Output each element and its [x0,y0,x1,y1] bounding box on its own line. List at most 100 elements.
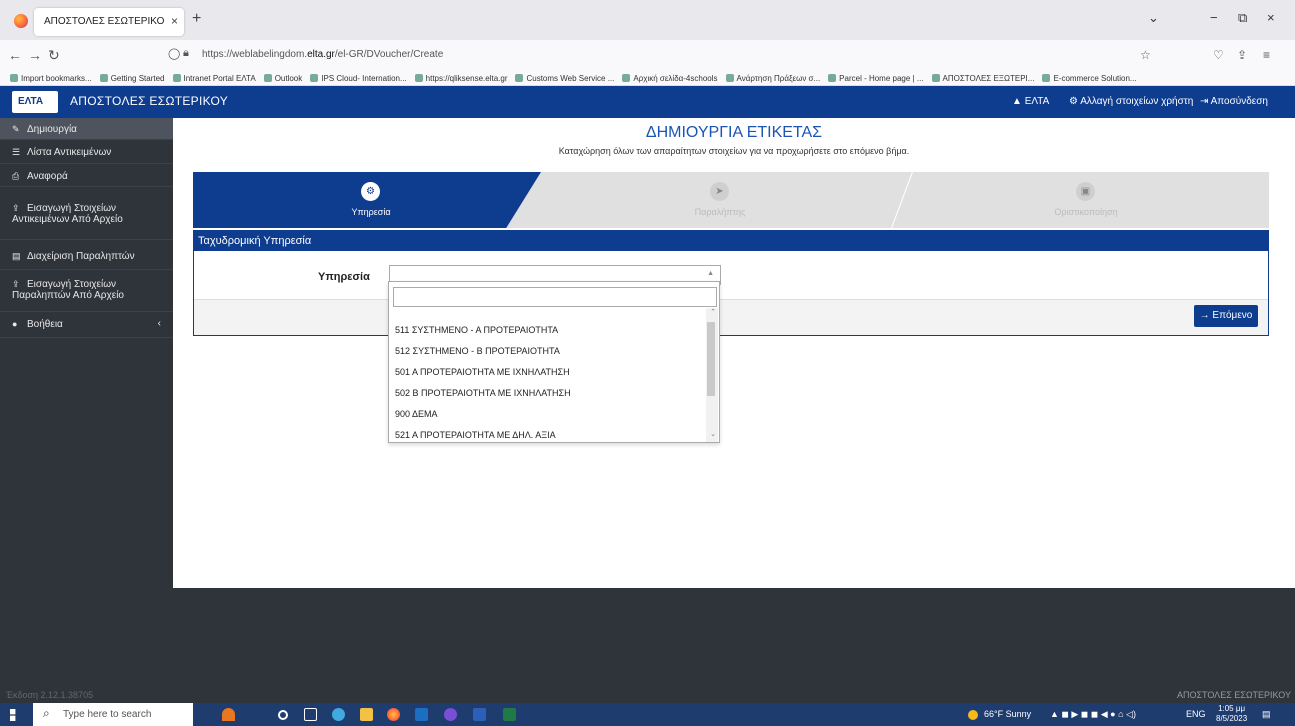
sidebar-item-recipients[interactable]: ▤ Διαχείριση Παραληπτών [0,240,173,270]
sidebar-item-import-recipients[interactable]: ⇪ Εισαγωγή Στοιχείων Παραληπτών Από Αρχεί… [0,270,173,312]
upload-icon: ⇪ [12,279,20,289]
bookmark-star-icon[interactable]: ☆ [1140,48,1151,62]
send-icon: ➤ [710,182,729,201]
bookmark-item[interactable]: Parcel - Home page | ... [828,71,924,85]
panel-title: Ταχυδρομική Υπηρεσία [194,231,1268,251]
search-icon: ⌕ [43,706,50,720]
language-indicator[interactable]: ENG [1186,709,1206,719]
bookmark-item[interactable]: IPS Cloud- Internation... [310,71,407,85]
option-502[interactable]: 502 Β ΠΡΟΤΕΡΑΙΟΤΗΤΑ ΜΕ ΙΧΝΗΛΑΤΗΣΗ [395,388,571,398]
bookmark-item[interactable]: Import bookmarks... [10,71,92,85]
chevron-left-icon: ‹ [157,318,161,329]
firefox-taskbar-icon[interactable] [387,708,400,721]
reload-icon[interactable]: ↻ [48,47,60,64]
panel-footer [194,299,1268,335]
taskbar: ⌕ Type here to search 66°F Sunny ▲ ◼ ▶ ◼… [0,703,1295,726]
elta-logo[interactable]: ΕΛΤΑ [12,91,58,113]
bookmark-item[interactable]: Customs Web Service ... [515,71,614,85]
bookmark-favicon-icon [828,74,837,82]
step-label-finalize[interactable]: Οριστικοποίηση [1026,207,1146,217]
word-icon[interactable] [473,708,486,721]
bookmark-item[interactable]: Outlook [263,71,302,85]
excel-icon[interactable] [503,708,516,721]
option-511[interactable]: 511 ΣΥΣΤΗΜΕΝΟ - Α ΠΡΟΤΕΡΑΙΟΤΗΤΑ [395,325,558,335]
version-label: Έκδοση 2.12.1.38705 [6,690,94,700]
outlook-icon[interactable] [415,708,428,721]
sidebar-item-report[interactable]: ⎙ Αναφορά [0,164,173,187]
dropdown-scrollbar[interactable]: ⌃ ⌄ [706,308,718,442]
menu-icon[interactable]: ≡ [1263,48,1270,62]
bookmark-item[interactable]: Getting Started [99,71,165,85]
share-icon[interactable]: ⇪ [1237,48,1247,62]
sidebar-item-items-list[interactable]: ☰ Λίστα Αντικειμένων [0,140,173,164]
card-icon: ▤ [12,251,21,261]
gear-icon: ⚙ [361,182,380,201]
tab-list-icon[interactable]: ⌄ [1148,10,1159,26]
scroll-down-icon[interactable]: ⌄ [710,430,716,438]
bookmark-item[interactable]: ΑΠΟΣΤΟΛΕΣ ΕΞΩΤΕΡΙ... [931,71,1034,85]
taskbar-search[interactable]: ⌕ Type here to search [33,703,193,726]
lock-icon[interactable]: 🔒︎ [183,47,189,60]
weather-text[interactable]: 66°F Sunny [984,709,1031,719]
option-521[interactable]: 521 Α ΠΡΟΤΕΡΑΙΟΤΗΤΑ ΜΕ ΔΗΛ. ΑΞΙΑ [395,430,556,440]
step-label-recipient[interactable]: Παραλήπτης [660,207,780,217]
change-user-link[interactable]: ⚙ Αλλαγή στοιχείων χρήστη [1069,96,1193,107]
bookmark-item[interactable]: https://qliksense.elta.gr [414,71,507,85]
footer-app-name: ΑΠΟΣΤΟΛΕΣ ΕΣΩΤΕΡΙΚΟΥ [1176,690,1291,700]
edit-icon: ✎ [12,124,20,134]
maximize-icon[interactable]: ⧉ [1238,10,1247,26]
sidebar: ✎ Δημιουργία ☰ Λίστα Αντικειμένων ⎙ Αναφορά… [0,118,173,688]
pocket-icon[interactable]: ♡ [1213,48,1224,62]
logout-link[interactable]: ⇥ Αποσύνδεση [1200,96,1268,107]
bookmark-item[interactable]: Intranet Portal ΕΛΤΑ [172,71,256,85]
question-icon: ● [12,319,18,329]
windows-start-icon[interactable] [10,709,16,721]
app-header: ΕΛΤΑ ΑΠΟΣΤΟΛΕΣ ΕΣΩΤΕΡΙΚΟΥ ▲ ΕΛΤΑ ⚙ Αλλαγ… [0,86,1295,118]
minimize-icon[interactable]: − [1210,10,1218,25]
bookmark-item[interactable]: Αρχική σελίδα-4schools [622,71,718,85]
back-icon[interactable]: ← [8,47,22,63]
url-field[interactable]: https://weblabelingdom.elta.gr/el-GR/DVo… [196,44,841,66]
bookmark-favicon-icon [263,74,272,82]
sidebar-item-help[interactable]: ● Βοήθεια ‹ [0,312,173,338]
scroll-up-icon[interactable]: ⌃ [710,308,716,316]
app-title: ΑΠΟΣΤΟΛΕΣ ΕΣΩΤΕΡΙΚΟΥ [70,94,229,108]
tray-icons[interactable]: ▲ ◼ ▶ ◼ ◼ ◀ ● ⌂ ◁) [1050,709,1136,720]
bookmark-item[interactable]: E-commerce Solution... [1042,71,1137,85]
next-button[interactable]: → Επόμενο [1194,305,1258,327]
shield-icon[interactable]: ◯ [168,47,180,60]
edge-icon[interactable] [332,708,345,721]
bookmark-favicon-icon [622,74,631,82]
sidebar-item-create[interactable]: ✎ Δημιουργία [0,118,173,140]
bookmark-favicon-icon [414,74,423,82]
navigation-bar: ← → ↻ ◯ 🔒︎ https://weblabelingdom.elta.g… [0,40,1295,70]
new-tab-button[interactable]: + [192,10,201,28]
save-icon: ▣ [1076,182,1095,201]
close-tab-icon[interactable]: × [171,14,178,28]
chevron-up-icon: ▲ [707,270,714,277]
cortana-icon[interactable] [278,710,288,720]
upload-icon: ⇪ [12,203,20,213]
app-icon[interactable] [222,708,235,721]
sidebar-item-import-items[interactable]: ⇪ Εισαγωγή Στοιχείων Αντικειμένων Από Αρχ… [0,187,173,240]
file-explorer-icon[interactable] [360,708,373,721]
step-separator [891,172,913,228]
option-512[interactable]: 512 ΣΥΣΤΗΜΕΝΟ - Β ΠΡΟΤΕΡΑΙΟΤΗΤΑ [395,346,560,356]
user-link[interactable]: ▲ ΕΛΤΑ [1012,96,1049,107]
clock[interactable]: 1:05 μμ 8/5/2023 [1216,704,1247,724]
viber-icon[interactable] [444,708,457,721]
step-label-service: Υπηρεσία [351,207,391,217]
main-content: ΔΗΜΙΟΥΡΓΙΑ ΕΤΙΚΕΤΑΣ Καταχώρηση όλων των … [173,118,1295,588]
option-501[interactable]: 501 Α ΠΡΟΤΕΡΑΙΟΤΗΤΑ ΜΕ ΙΧΝΗΛΑΤΗΣΗ [395,367,570,377]
dropdown-search-input[interactable] [393,287,717,307]
bookmark-item[interactable]: Ανάρτηση Πράξεων σ... [725,71,820,85]
weather-icon [968,710,978,720]
browser-tab[interactable]: ΑΠΟΣΤΟΛΕΣ ΕΣΩΤΕΡΙΚΟΥ - Δημιου × [34,8,184,36]
forward-icon[interactable]: → [28,47,42,63]
option-900[interactable]: 900 ΔΕΜΑ [395,409,438,419]
print-icon: ⎙ [12,171,20,181]
notifications-icon[interactable]: ▤ [1262,709,1271,720]
close-window-icon[interactable]: × [1267,10,1275,25]
task-view-icon[interactable] [304,708,317,721]
scrollbar-thumb[interactable] [707,322,715,396]
